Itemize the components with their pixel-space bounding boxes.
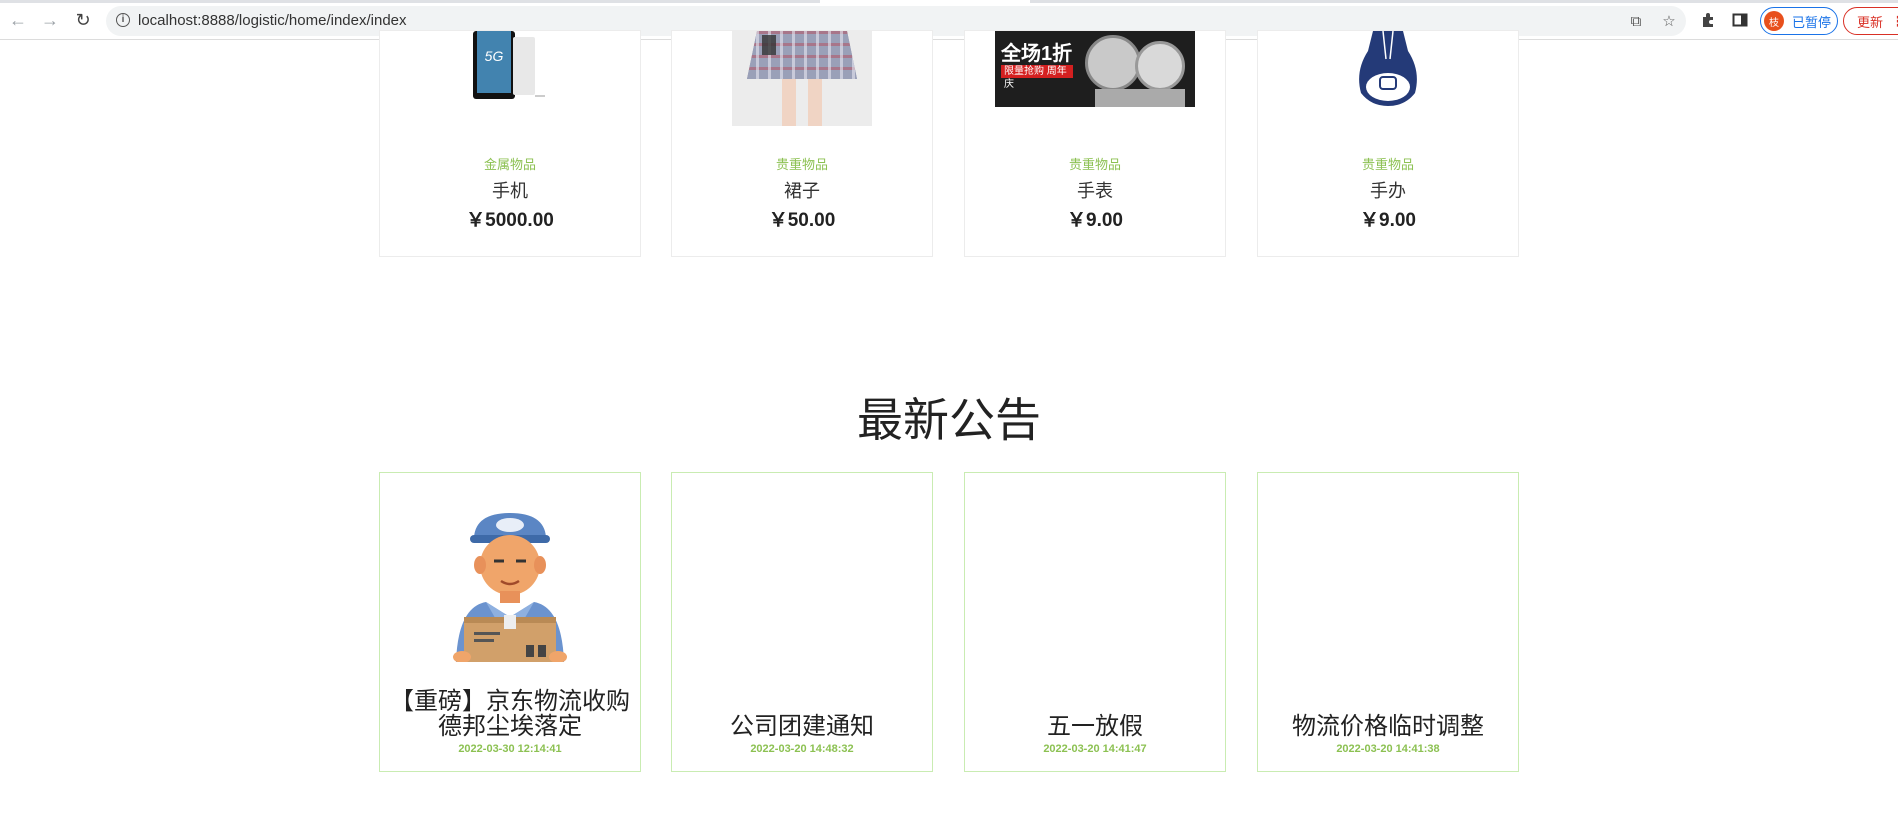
product-category: 贵重物品 bbox=[1361, 157, 1414, 172]
menu-kebab-icon[interactable]: ⋮ bbox=[1891, 13, 1898, 30]
avatar: 枝 bbox=[1764, 11, 1784, 31]
notice-date: 2022-03-20 14:41:47 bbox=[1043, 743, 1147, 755]
courier-illustration bbox=[453, 513, 567, 662]
notice-date: 2022-03-20 14:41:38 bbox=[1336, 743, 1440, 755]
product-image-phone: 5G bbox=[473, 31, 545, 99]
tab-strip bbox=[0, 0, 1898, 3]
update-label: 更新 bbox=[1857, 14, 1884, 30]
share-icon[interactable]: ⧉ bbox=[1626, 11, 1646, 31]
product-card-figure[interactable]: 贵重物品 手办 ￥9.00 bbox=[1257, 30, 1519, 257]
product-card-watch[interactable]: 全场1折 限量抢购 周年庆 贵重物品 手表 ￥9.00 bbox=[964, 30, 1226, 257]
product-name[interactable]: 裙子 bbox=[672, 177, 932, 203]
update-button[interactable]: 更新 ⋮ bbox=[1843, 7, 1898, 35]
notice-title[interactable]: 公司团建通知 bbox=[678, 714, 926, 739]
product-price: ￥5000.00 bbox=[466, 210, 554, 231]
notice-date: 2022-03-20 14:48:32 bbox=[750, 743, 854, 755]
notice-card[interactable]: 五一放假 2022-03-20 14:41:47 bbox=[964, 472, 1226, 772]
product-image-watch: 全场1折 限量抢购 周年庆 bbox=[995, 31, 1195, 107]
watch-ad-tag-text-1: 限量抢购 bbox=[1004, 66, 1044, 77]
notice-title[interactable]: 【重磅】京东物流收购德邦尘埃落定 bbox=[386, 689, 634, 739]
notice-card[interactable]: 物流价格临时调整 2022-03-20 14:41:38 bbox=[1257, 472, 1519, 772]
forward-icon[interactable]: → bbox=[39, 9, 61, 31]
product-card-phone[interactable]: 5G 金属物品 手机 ￥5000.00 bbox=[379, 30, 641, 257]
product-image-figure bbox=[1359, 31, 1417, 106]
notice-date: 2022-03-30 12:14:41 bbox=[458, 743, 562, 755]
profile-paused-button[interactable]: 枝 已暂停 bbox=[1760, 7, 1838, 35]
product-image-skirt bbox=[732, 31, 872, 126]
watch-ad-headline: 全场1折 bbox=[1001, 43, 1073, 65]
reload-icon[interactable]: ↻ bbox=[72, 9, 94, 31]
url-text[interactable]: localhost:8888/logistic/home/index/index bbox=[138, 6, 407, 36]
notice-title[interactable]: 五一放假 bbox=[971, 714, 1219, 739]
notice-title[interactable]: 物流价格临时调整 bbox=[1264, 714, 1512, 739]
extensions-puzzle-icon[interactable] bbox=[1698, 10, 1718, 30]
watch-band bbox=[1095, 89, 1185, 107]
product-category: 贵重物品 bbox=[1068, 157, 1121, 172]
bookmark-star-icon[interactable]: ☆ bbox=[1659, 11, 1679, 31]
product-name[interactable]: 手表 bbox=[965, 177, 1225, 203]
side-panel-icon[interactable] bbox=[1730, 10, 1750, 30]
product-name[interactable]: 手办 bbox=[1258, 177, 1518, 203]
browser-toolbar: ← → ↻ i localhost:8888/logistic/home/ind… bbox=[0, 0, 1898, 40]
watch-face-2 bbox=[1135, 41, 1185, 91]
product-price: ￥9.00 bbox=[1360, 210, 1416, 231]
notice-card[interactable]: 公司团建通知 2022-03-20 14:48:32 bbox=[671, 472, 933, 772]
product-price: ￥9.00 bbox=[1067, 210, 1123, 231]
product-category: 贵重物品 bbox=[775, 157, 828, 172]
product-category: 金属物品 bbox=[483, 157, 536, 172]
product-price: ￥50.00 bbox=[768, 210, 836, 231]
watch-face-1 bbox=[1085, 35, 1141, 91]
product-name[interactable]: 手机 bbox=[380, 177, 640, 203]
notices-section-title: 最新公告 bbox=[857, 394, 1041, 446]
notice-card[interactable]: 【重磅】京东物流收购德邦尘埃落定 2022-03-30 12:14:41 bbox=[379, 472, 641, 772]
profile-status-label: 已暂停 bbox=[1792, 14, 1832, 30]
watch-ad-tag: 限量抢购 周年庆 bbox=[1001, 65, 1073, 90]
svg-text:5G: 5G bbox=[485, 48, 504, 64]
back-icon[interactable]: ← bbox=[7, 9, 29, 31]
site-info-icon[interactable]: i bbox=[116, 13, 130, 27]
product-card-skirt[interactable]: 贵重物品 裙子 ￥50.00 bbox=[671, 30, 933, 257]
